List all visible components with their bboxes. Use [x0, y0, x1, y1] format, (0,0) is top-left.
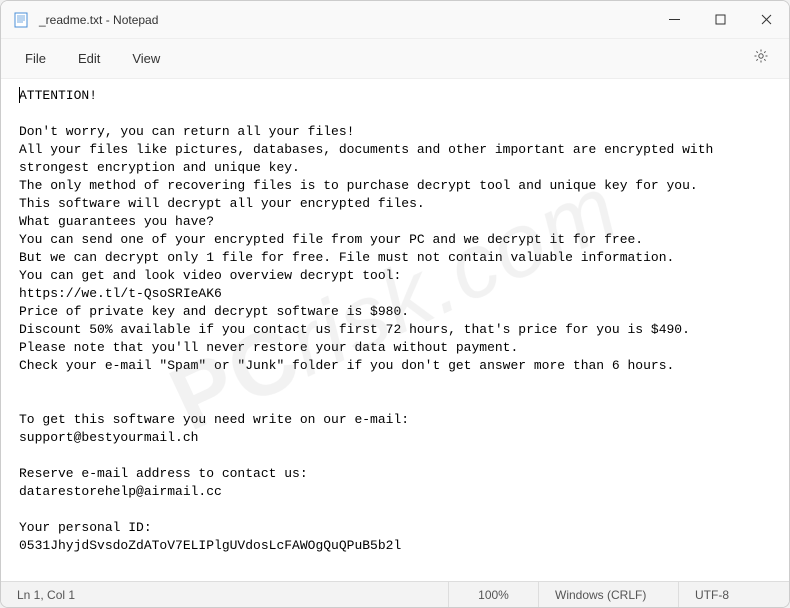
titlebar: _readme.txt - Notepad	[1, 1, 789, 39]
menu-view[interactable]: View	[116, 45, 176, 72]
maximize-button[interactable]	[697, 1, 743, 38]
settings-icon[interactable]	[741, 42, 781, 75]
menu-file[interactable]: File	[9, 45, 62, 72]
menu-edit[interactable]: Edit	[62, 45, 116, 72]
status-zoom: 100%	[449, 582, 539, 607]
close-button[interactable]	[743, 1, 789, 38]
status-encoding: UTF-8	[679, 582, 789, 607]
status-position: Ln 1, Col 1	[1, 582, 449, 607]
text-content[interactable]: ATTENTION! Don't worry, you can return a…	[1, 79, 789, 581]
minimize-button[interactable]	[651, 1, 697, 38]
window-controls	[651, 1, 789, 38]
status-lineending: Windows (CRLF)	[539, 582, 679, 607]
statusbar: Ln 1, Col 1 100% Windows (CRLF) UTF-8	[1, 581, 789, 607]
window-title: _readme.txt - Notepad	[39, 13, 651, 27]
notepad-window: _readme.txt - Notepad File Edit View ATT…	[0, 0, 790, 608]
notepad-icon	[13, 12, 29, 28]
menubar: File Edit View	[1, 39, 789, 79]
